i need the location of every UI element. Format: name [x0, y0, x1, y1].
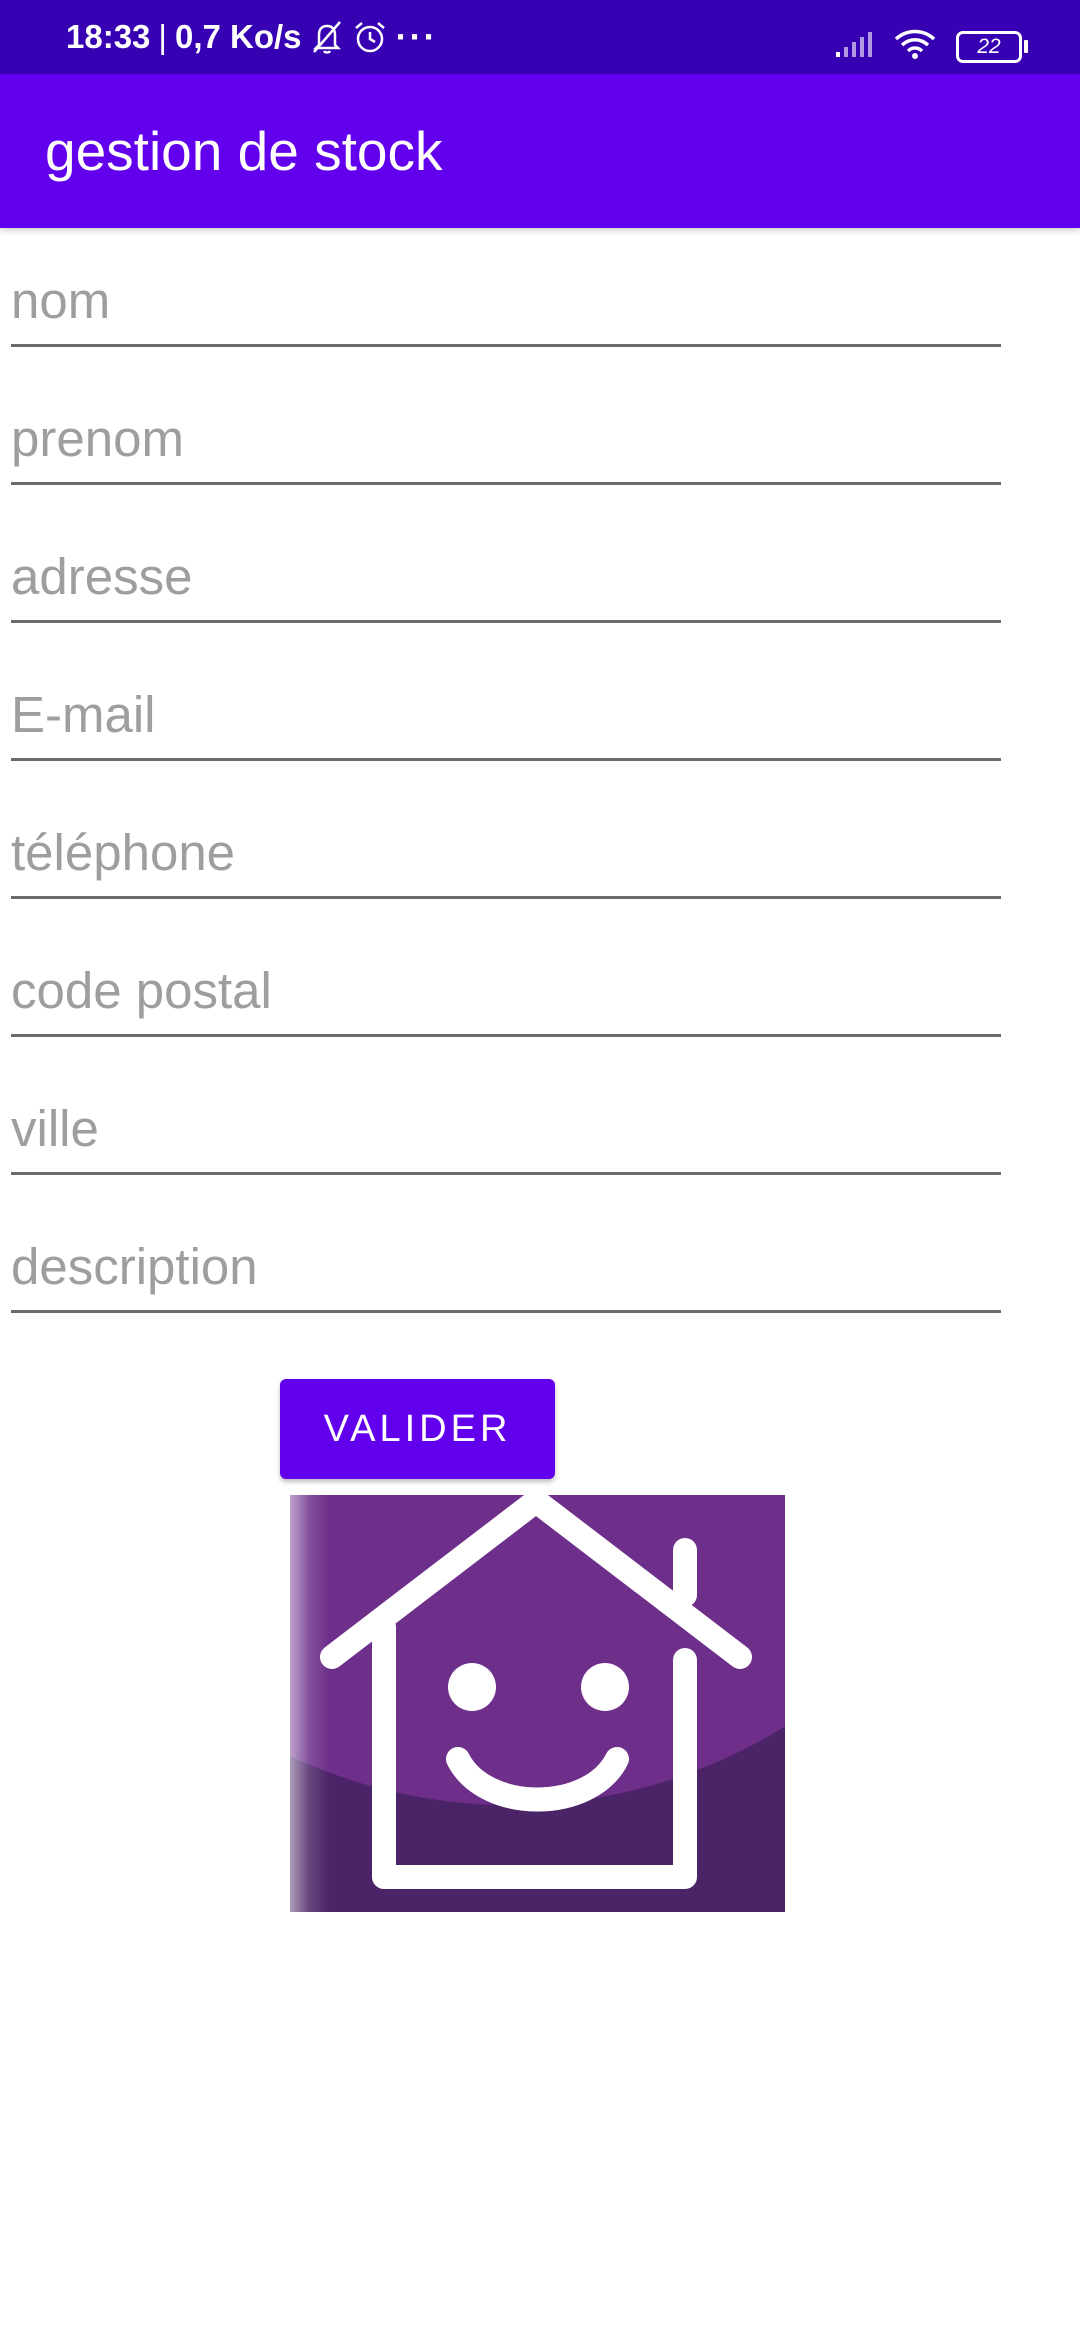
- adresse-input[interactable]: [11, 547, 1001, 606]
- house-smiley-icon: [290, 1495, 785, 1912]
- prenom-input[interactable]: [11, 409, 1001, 468]
- app-title: gestion de stock: [45, 120, 443, 182]
- description-input[interactable]: [11, 1237, 1001, 1296]
- nom-input[interactable]: [11, 271, 1001, 330]
- status-separator: |: [158, 18, 167, 55]
- app-bar: gestion de stock: [0, 74, 1080, 228]
- prenom-field: [11, 366, 1001, 485]
- code-postal-field: [11, 918, 1001, 1037]
- status-more-icon: ···: [395, 16, 438, 57]
- description-field: [11, 1194, 1001, 1313]
- adresse-field: [11, 504, 1001, 623]
- valider-button[interactable]: VALIDER: [280, 1379, 555, 1479]
- nom-field: [11, 228, 1001, 347]
- ville-input[interactable]: [11, 1099, 1001, 1158]
- email-field: [11, 642, 1001, 761]
- telephone-field: [11, 780, 1001, 899]
- status-left: 18:33 | 0,7 Ko/s ···: [66, 0, 438, 84]
- email-input[interactable]: [11, 685, 1001, 744]
- status-time: 18:33: [66, 18, 151, 55]
- status-network-speed: 0,7 Ko/s: [174, 18, 302, 55]
- signal-icon: [834, 30, 874, 63]
- battery-icon: 22: [956, 30, 1028, 63]
- battery-level: 22: [977, 34, 1001, 58]
- ville-field: [11, 1056, 1001, 1175]
- status-bar: 18:33 | 0,7 Ko/s ··· 22: [0, 0, 1080, 74]
- telephone-input[interactable]: [11, 823, 1001, 882]
- bell-off-icon: [310, 19, 344, 55]
- status-right: 22: [834, 28, 1028, 65]
- code-postal-input[interactable]: [11, 961, 1001, 1020]
- wifi-icon: [894, 28, 936, 65]
- house-smiley-logo: [290, 1495, 785, 1912]
- alarm-icon: [352, 19, 388, 55]
